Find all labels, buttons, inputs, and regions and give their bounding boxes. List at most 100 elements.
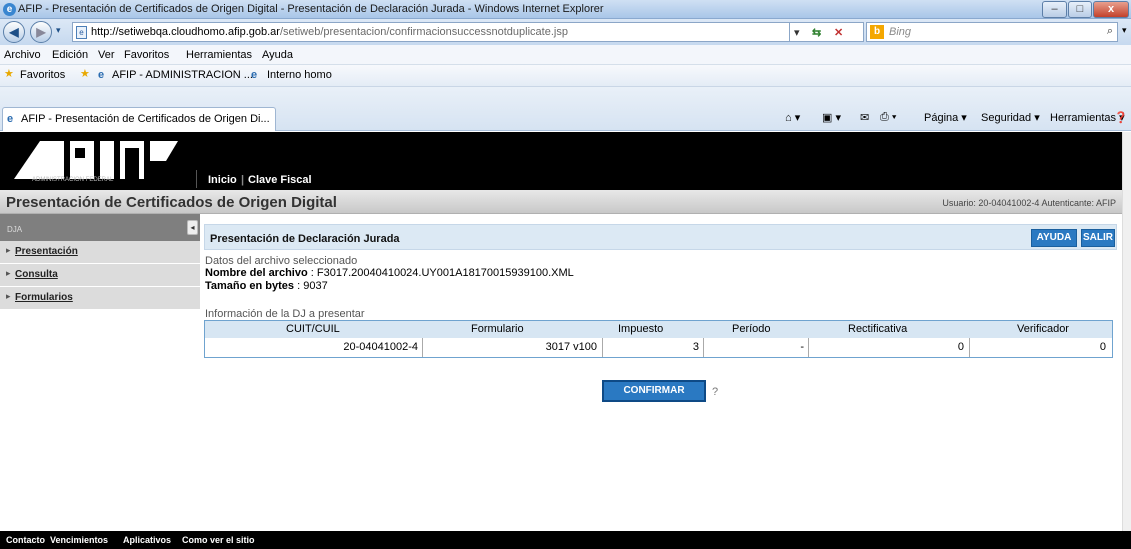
tab-bar: e AFIP - Presentación de Certificados de… [0,87,1131,131]
close-button[interactable]: x [1093,1,1129,18]
fav-link-interno[interactable]: Interno homo [267,69,332,81]
file-data-heading: Datos del archivo seleccionado [205,255,358,267]
collapse-sidebar-icon[interactable]: ◂ [187,220,198,235]
footer-aplicativos[interactable]: Aplicativos [123,535,171,545]
page-icon: e [76,26,87,39]
dropdown-icon[interactable]: ▾ [794,26,800,39]
menu-ayuda[interactable]: Ayuda [262,49,293,61]
history-dropdown-icon[interactable]: ▾ [56,25,61,36]
nav-inicio[interactable]: Inicio [208,174,237,186]
site-footer: Contacto Vencimientos Aplicativos Como v… [0,531,1131,549]
address-bar[interactable]: e http://setiwebqa.cloudhomo.afip.gob.ar… [72,22,790,42]
scrollbar[interactable] [1122,132,1131,531]
tab-label: AFIP - Presentación de Certificados de O… [21,113,270,125]
sidebar: DJA ◂ ▸ Presentación ▸ Consulta ▸ Formulari… [0,214,200,531]
stop-icon[interactable]: ✕ [834,26,843,39]
url-text: http://setiwebqa.cloudhomo.afip.gob.ar/s… [91,26,568,38]
cell-rectificativa: 0 [957,341,964,353]
dj-info-heading: Información de la DJ a presentar [205,308,365,320]
col-rectificativa: Rectificativa [848,323,908,335]
search-placeholder: Bing [889,26,912,38]
confirm-button[interactable]: CONFIRMAR [602,380,706,402]
address-row: ◀ ▶ ▾ e http://setiwebqa.cloudhomo.afip.… [0,19,1131,45]
page-icon: e [98,69,105,81]
menu-favoritos[interactable]: Favoritos [124,49,169,61]
sidebar-item-label: Consulta [15,269,58,280]
feeds-icon[interactable]: ▣ ▾ [822,111,841,124]
maximize-button[interactable]: □ [1068,1,1092,18]
minimize-button[interactable]: – [1042,1,1067,18]
help-button[interactable]: AYUDA [1031,229,1077,247]
page-icon: e [251,69,258,81]
fav-link-afip[interactable]: AFIP - ADMINISTRACION ... [112,69,253,81]
mail-icon[interactable]: ✉ [860,111,869,124]
col-impuesto: Impuesto [618,323,664,335]
sidebar-header-label: DJA [7,225,23,234]
security-menu[interactable]: Seguridad ▾ [981,111,1040,124]
menu-ver[interactable]: Ver [98,49,115,61]
file-name-row: Nombre del archivo : F3017.20040410024.U… [205,267,574,279]
help-icon[interactable]: ❓ [1114,111,1128,124]
favorites-bar: ★ Favoritos ★ e AFIP - ADMINISTRACION ..… [0,65,1131,87]
footer-como-ver[interactable]: Como ver el sitio [182,535,255,545]
bullet-icon: ▸ [6,245,11,255]
window-title-bar: e AFIP - Presentación de Certificados de… [0,0,1131,19]
sidebar-header: DJA ◂ [0,214,200,241]
logo-text: ADMINISTRACION FEDERAL [32,177,114,183]
page-header: Presentación de Certificados de Origen D… [0,190,1122,214]
dj-table: CUIT/CUIL Formulario Impuesto Período Re… [204,320,1113,358]
favorites-button[interactable]: Favoritos [20,69,65,81]
col-periodo: Período [732,323,771,335]
file-size-row: Tamaño en bytes : 9037 [205,280,328,292]
search-options-icon[interactable]: ▾ [1122,25,1127,36]
favorites-star-icon[interactable]: ★ [4,67,14,80]
refresh-icon[interactable]: ⇆ [812,26,821,39]
menu-herramientas[interactable]: Herramientas [186,49,252,61]
exit-button[interactable]: SALIR [1081,229,1115,247]
footer-vencimientos[interactable]: Vencimientos [50,535,108,545]
cell-impuesto: 3 [692,341,699,353]
back-icon[interactable]: ◀ [3,21,25,43]
tab-page-icon: e [7,113,14,125]
section-title: Presentación de Declaración Jurada [210,233,400,245]
user-info: Usuario: 20-04041002-4 Autenticante: AFI… [942,198,1116,208]
section-bar: Presentación de Declaración Jurada AYUDA… [204,224,1117,250]
bing-icon: b [870,25,884,39]
search-icon[interactable]: ⌕ [1107,25,1113,38]
site-nav: Inicio | Clave Fiscal [196,170,312,188]
main-content: Presentación de Declaración Jurada AYUDA… [204,224,1117,524]
cell-cuit: 20-04041002-4 [343,341,418,353]
afip-logo: ADMINISTRACION FEDERAL [14,141,178,183]
cell-verificador: 0 [1099,341,1106,353]
page-title: Presentación de Certificados de Origen D… [6,194,337,211]
window-title: AFIP - Presentación de Certificados de O… [18,3,604,15]
nav-clave-fiscal[interactable]: Clave Fiscal [248,174,312,186]
col-cuit: CUIT/CUIL [286,323,340,335]
table-header-row: CUIT/CUIL Formulario Impuesto Período Re… [205,321,1112,338]
menu-edicion[interactable]: Edición [52,49,88,61]
print-icon[interactable]: ⎙ ▾ [880,111,896,124]
col-verificador: Verificador [1017,323,1069,335]
cell-periodo: - [800,341,804,353]
sidebar-item-label: Formularios [15,292,73,303]
browser-tab[interactable]: e AFIP - Presentación de Certificados de… [2,107,276,131]
forward-icon[interactable]: ▶ [30,21,52,43]
add-favorite-icon[interactable]: ★ [80,67,90,80]
col-formulario: Formulario [471,323,524,335]
footer-contacto[interactable]: Contacto [6,535,45,545]
cell-formulario: 3017 v100 [545,341,597,353]
confirm-help-link[interactable]: ? [712,386,718,398]
search-box[interactable]: b Bing ⌕ [866,22,1118,42]
sidebar-item-label: Presentación [15,246,78,257]
site-header: ADMINISTRACION FEDERAL Inicio | Clave Fi… [0,132,1122,190]
sidebar-item-presentacion[interactable]: ▸ Presentación [0,241,200,264]
sidebar-item-consulta[interactable]: ▸ Consulta [0,264,200,287]
page-menu[interactable]: Página ▾ [924,111,967,124]
menu-archivo[interactable]: Archivo [4,49,41,61]
menu-bar: Archivo Edición Ver Favoritos Herramient… [0,45,1131,65]
address-buttons: ▾ ⇆ ✕ [790,22,864,42]
bullet-icon: ▸ [6,268,11,278]
sidebar-item-formularios[interactable]: ▸ Formularios [0,287,200,310]
bullet-icon: ▸ [6,291,11,301]
home-icon[interactable]: ⌂ ▾ [785,111,800,124]
